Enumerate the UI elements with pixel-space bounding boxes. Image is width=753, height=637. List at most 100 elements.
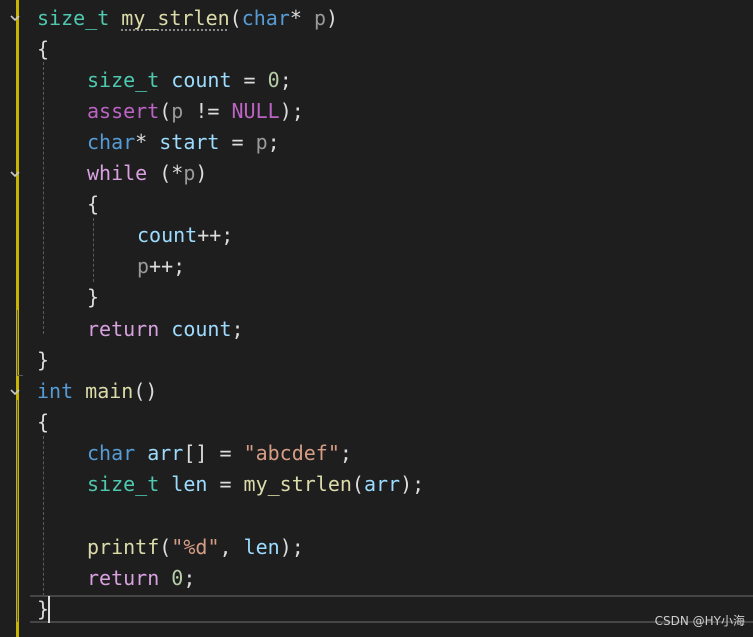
code-token: char xyxy=(241,6,290,30)
code-token: len xyxy=(171,472,208,496)
code-token: p xyxy=(171,99,184,123)
code-token: p xyxy=(313,6,327,30)
code-token: size_t xyxy=(87,68,160,92)
chevron-down-icon xyxy=(10,389,20,396)
code-line[interactable]: } xyxy=(87,282,99,313)
code-token: " xyxy=(171,535,184,559)
code-token: char xyxy=(87,130,136,154)
current-line-highlight xyxy=(30,595,753,623)
code-token: count xyxy=(171,68,232,92)
code-line[interactable]: { xyxy=(87,189,99,220)
code-line[interactable]: size_t count = 0; xyxy=(87,65,292,96)
watermark: CSDN @HY小海 xyxy=(654,614,745,628)
code-token: NULL xyxy=(231,99,280,123)
code-line[interactable]: char* start = p; xyxy=(87,127,280,158)
code-token: count xyxy=(171,317,232,341)
code-token: " xyxy=(207,535,220,559)
scope-guide-while-body xyxy=(93,218,94,282)
code-token: count xyxy=(137,223,198,247)
code-token: ( xyxy=(159,99,172,123)
code-token: ; xyxy=(231,317,244,341)
code-token: 0 xyxy=(171,566,184,590)
code-token: start xyxy=(159,130,220,154)
code-token: ) xyxy=(326,6,339,30)
chevron-down-icon xyxy=(10,171,20,178)
code-token: != xyxy=(183,99,232,123)
code-line[interactable]: return 0; xyxy=(87,563,195,594)
code-token: ; xyxy=(183,566,196,590)
code-token: main xyxy=(85,379,134,403)
fold-toggle-my-strlen[interactable] xyxy=(8,11,22,25)
scope-guide-main-body xyxy=(43,436,44,596)
code-token: = xyxy=(231,68,268,92)
code-token: arr xyxy=(147,441,184,465)
code-token: while xyxy=(87,161,148,185)
code-token: ); xyxy=(279,535,304,559)
code-token: (* xyxy=(147,161,184,185)
code-token: "abcdef" xyxy=(243,441,340,465)
scope-bracket-main xyxy=(17,400,23,622)
code-line[interactable]: { xyxy=(37,407,49,438)
code-token: ( xyxy=(351,472,364,496)
code-token: , xyxy=(219,535,244,559)
code-token: ); xyxy=(400,472,425,496)
code-token: len xyxy=(243,535,280,559)
code-token: [] = xyxy=(183,441,244,465)
code-token: size_t xyxy=(87,472,160,496)
code-line[interactable]: char arr[] = "abcdef"; xyxy=(87,438,352,469)
code-token: ++; xyxy=(197,223,234,247)
code-token: assert xyxy=(87,99,160,123)
code-token: * xyxy=(135,130,160,154)
fold-toggle-while[interactable] xyxy=(8,167,22,181)
code-line[interactable]: printf("%d", len); xyxy=(87,532,304,563)
code-token: my_strlen xyxy=(121,6,230,30)
code-line[interactable]: p++; xyxy=(137,251,185,282)
code-token: { xyxy=(37,37,50,61)
scope-guide-function-body xyxy=(43,62,44,334)
scope-bracket-function xyxy=(17,310,23,376)
code-token: ; xyxy=(279,68,292,92)
code-token: p xyxy=(255,130,268,154)
code-token: * xyxy=(289,6,314,30)
code-token: () xyxy=(133,379,158,403)
code-token: } xyxy=(37,348,50,372)
code-token: ; xyxy=(267,130,280,154)
code-token: int xyxy=(37,379,74,403)
code-token: printf xyxy=(87,535,160,559)
code-token: arr xyxy=(363,472,401,496)
code-token: 0 xyxy=(267,68,280,92)
code-line[interactable]: size_t len = my_strlen(arr); xyxy=(87,469,424,500)
code-line[interactable]: count++; xyxy=(137,220,233,251)
code-line[interactable]: int main() xyxy=(37,376,157,407)
code-token: ; xyxy=(339,441,352,465)
code-token: return xyxy=(87,317,160,341)
code-token: } xyxy=(87,285,100,309)
code-token: return xyxy=(87,566,160,590)
code-token: %d xyxy=(183,535,208,559)
code-line[interactable]: { xyxy=(37,34,49,65)
text-cursor xyxy=(48,596,50,623)
code-token: ++; xyxy=(149,254,186,278)
code-editor[interactable]: size_t my_strlen(char* p){size_t count =… xyxy=(0,0,753,637)
code-token: = xyxy=(219,130,256,154)
code-token: ( xyxy=(229,6,242,30)
fold-toggle-main[interactable] xyxy=(8,385,22,399)
code-line[interactable]: while (*p) xyxy=(87,158,207,189)
code-line[interactable]: } xyxy=(37,345,49,376)
code-line[interactable]: assert(p != NULL); xyxy=(87,96,304,127)
code-token: size_t xyxy=(37,6,110,30)
code-token: p xyxy=(137,254,150,278)
code-line[interactable]: size_t my_strlen(char* p) xyxy=(37,3,338,34)
chevron-down-icon xyxy=(10,15,20,22)
code-line[interactable]: return count; xyxy=(87,314,244,345)
code-token: ( xyxy=(159,535,172,559)
code-token: p xyxy=(183,161,196,185)
code-token: ) xyxy=(195,161,208,185)
